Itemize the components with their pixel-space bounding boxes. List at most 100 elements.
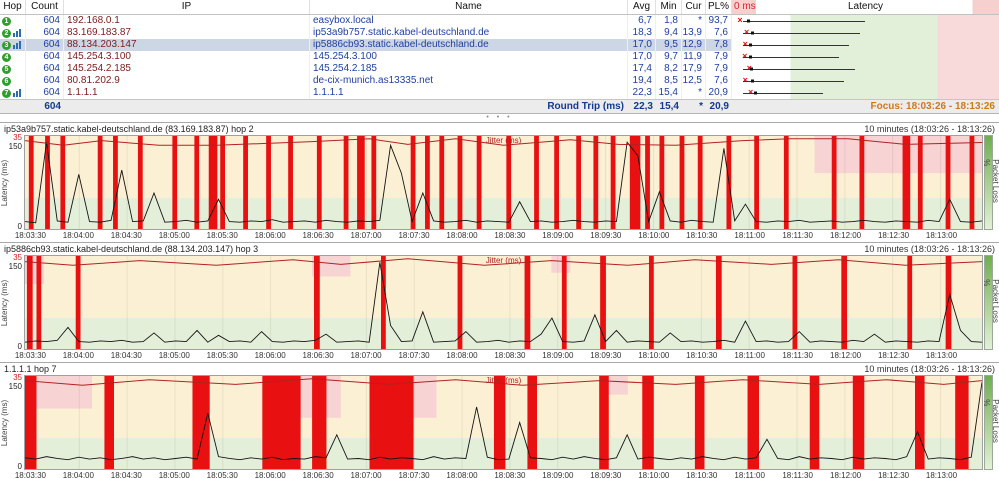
x-tick-label: 18:10:00 (638, 351, 670, 360)
pl-cell: 20,9 (706, 87, 732, 99)
x-tick-label: 18:07:30 (398, 471, 430, 479)
packet-loss-axis-label: Packet Loss % (982, 278, 999, 323)
footer-hop-cell (0, 100, 26, 113)
graph-body: Latency (ms) 35 150 0 Jitter (ms) Packet Loss… (0, 373, 999, 471)
pl-cell: 7,9 (706, 51, 732, 63)
graph-range-label: 10 minutes (18:03:26 - 18:13:26) (864, 244, 995, 254)
trace-row-hop-5[interactable]: 5 604 145.254.2.185 145.254.2.185 17,4 8,2 17,… (0, 63, 999, 75)
column-header-name[interactable]: Name (310, 0, 628, 14)
focus-range-label: Focus: 18:03:26 - 18:13:26 (870, 101, 995, 112)
x-tick-label: 18:09:00 (542, 351, 574, 360)
hop-cell: 5 (0, 63, 26, 75)
splitter-handle[interactable]: • • • (0, 114, 999, 122)
hop-status-icon: 3 (2, 40, 11, 50)
x-tick-label: 18:05:30 (206, 231, 238, 240)
footer-ip-cell (64, 100, 310, 113)
latency-plot[interactable]: Jitter (ms) (24, 375, 983, 470)
count-cell: 604 (26, 75, 64, 87)
x-tick-label: 18:13:00 (925, 231, 958, 240)
column-header-ip[interactable]: IP (64, 0, 310, 14)
graph-header: ip5886cb93.static.kabel-deutschland.de (… (0, 243, 999, 255)
trace-row-hop-2[interactable]: 2 604 83.169.183.87 ip53a9b757.static.kabel… (0, 27, 999, 39)
latency-plot[interactable]: Jitter (ms) (24, 255, 983, 350)
trace-row-hop-1[interactable]: 1 604 192.168.0.1 easybox.local 6,7 1,8 * 93,7 × (0, 15, 999, 27)
ip-cell: 145.254.2.185 (64, 63, 310, 75)
round-trip-row[interactable]: 604 Round Trip (ms) 22,3 15,4 * 20,9 Foc… (0, 99, 999, 113)
latency-plot[interactable]: Jitter (ms) (24, 135, 983, 230)
latency-axis-min: 0 (17, 222, 22, 231)
trace-row-hop-4[interactable]: 4 604 145.254.3.100 145.254.3.100 17,0 9,7 11,… (0, 51, 999, 63)
x-tick-label: 18:03:30 (14, 351, 46, 360)
column-header-count[interactable]: Count (26, 0, 64, 14)
column-header-min[interactable]: Min (656, 0, 682, 14)
ip-cell: 145.254.3.100 (64, 51, 310, 63)
graph-range-label: 10 minutes (18:03:26 - 18:13:26) (864, 124, 995, 134)
x-tick-label: 18:08:00 (446, 231, 478, 240)
latency-bar-cell: × (732, 27, 999, 39)
x-tick-label: 18:09:00 (542, 231, 574, 240)
latency-axis-max: 150 (8, 262, 22, 271)
hop-status-icon: 2 (2, 28, 11, 38)
packet-loss-axis-label: Packet Loss % (982, 158, 999, 203)
name-cell: 1.1.1.1 (310, 87, 628, 99)
hop-status-icon: 7 (2, 88, 11, 98)
trace-row-hop-3[interactable]: 3 604 88.134.203.147 ip5886cb93.static.kabe… (0, 39, 999, 51)
x-tick-label: 18:10:00 (638, 471, 670, 479)
hop-cell: 6 (0, 75, 26, 87)
x-tick-label: 18:08:00 (446, 471, 478, 479)
graph-open-icon (13, 89, 21, 97)
x-tick-label: 18:10:30 (686, 471, 718, 479)
latency-graph-hop-3: ip5886cb93.static.kabel-deutschland.de (… (0, 242, 999, 362)
x-tick-label: 18:07:30 (398, 231, 430, 240)
column-header-cur[interactable]: Cur (682, 0, 706, 14)
latency-range-whisker (742, 33, 861, 34)
name-cell: de-cix-munich.as13335.net (310, 75, 628, 87)
trace-row-hop-7[interactable]: 7 604 1.1.1.1 1.1.1.1 22,3 15,4 * 20,9 × (0, 87, 999, 99)
count-cell: 604 (26, 27, 64, 39)
column-header-avg[interactable]: Avg (628, 0, 656, 14)
x-tick-label: 18:07:00 (350, 351, 382, 360)
cur-cell: 17,9 (682, 63, 706, 75)
latency-axis: Latency (ms) 35 150 0 (0, 133, 24, 231)
latency-range-whisker (742, 57, 839, 58)
latency-axis-label: Latency (ms) (0, 279, 9, 326)
x-tick-label: 18:09:30 (590, 471, 622, 479)
column-header-hop[interactable]: Hop (0, 0, 26, 14)
count-cell: 604 (26, 39, 64, 51)
packet-loss-axis: Packet Loss % (982, 255, 999, 350)
jitter-axis-max: 35 (13, 253, 22, 262)
graph-title: ip53a9b757.static.kabel-deutschland.de (… (4, 124, 254, 134)
x-tick-label: 18:07:00 (350, 231, 382, 240)
latency-graph-hop-7: 1.1.1.1 hop 7 10 minutes (18:03:26 - 18:1… (0, 362, 999, 479)
jitter-axis-max: 35 (13, 373, 22, 382)
name-cell: ip53a9b757.static.kabel-deutschland.de (310, 27, 628, 39)
avg-cell: 6,7 (628, 15, 656, 27)
latency-bar-cell: × (732, 87, 999, 99)
cur-cell: * (682, 87, 706, 99)
latency-axis: Latency (ms) 35 150 0 (0, 253, 24, 351)
footer-min-cell: 15,4 (659, 101, 679, 112)
x-tick-label: 18:12:00 (829, 471, 862, 479)
round-trip-label: Round Trip (ms) (547, 101, 624, 112)
x-tick-label: 18:09:30 (590, 231, 622, 240)
min-cell: 9,5 (656, 39, 682, 51)
graph-panels: ip53a9b757.static.kabel-deutschland.de (… (0, 122, 999, 479)
x-tick-label: 18:04:30 (110, 231, 142, 240)
min-cell: 9,4 (656, 27, 682, 39)
min-cell: 8,5 (656, 75, 682, 87)
avg-cell: 19,4 (628, 75, 656, 87)
avg-cell: 22,3 (628, 87, 656, 99)
latency-range-whisker (742, 69, 855, 70)
hop-cell: 4 (0, 51, 26, 63)
x-tick-label: 18:07:30 (398, 351, 430, 360)
time-axis: 18:03:30 18:04:00 18:04:30 18:05:00 18:05:30… (15, 230, 983, 242)
pl-cell: 7,6 (706, 75, 732, 87)
jitter-axis-max: 35 (13, 133, 22, 142)
name-cell: 145.254.3.100 (310, 51, 628, 63)
trace-row-hop-6[interactable]: 6 604 80.81.202.9 de-cix-munich.as13335.net… (0, 75, 999, 87)
x-tick-label: 18:06:00 (254, 231, 286, 240)
avg-cell: 18,3 (628, 27, 656, 39)
column-header-latency[interactable]: 0 ms Latency 313,3 (732, 0, 999, 14)
column-header-pl[interactable]: PL% (706, 0, 732, 14)
x-tick-label: 18:05:00 (158, 471, 190, 479)
